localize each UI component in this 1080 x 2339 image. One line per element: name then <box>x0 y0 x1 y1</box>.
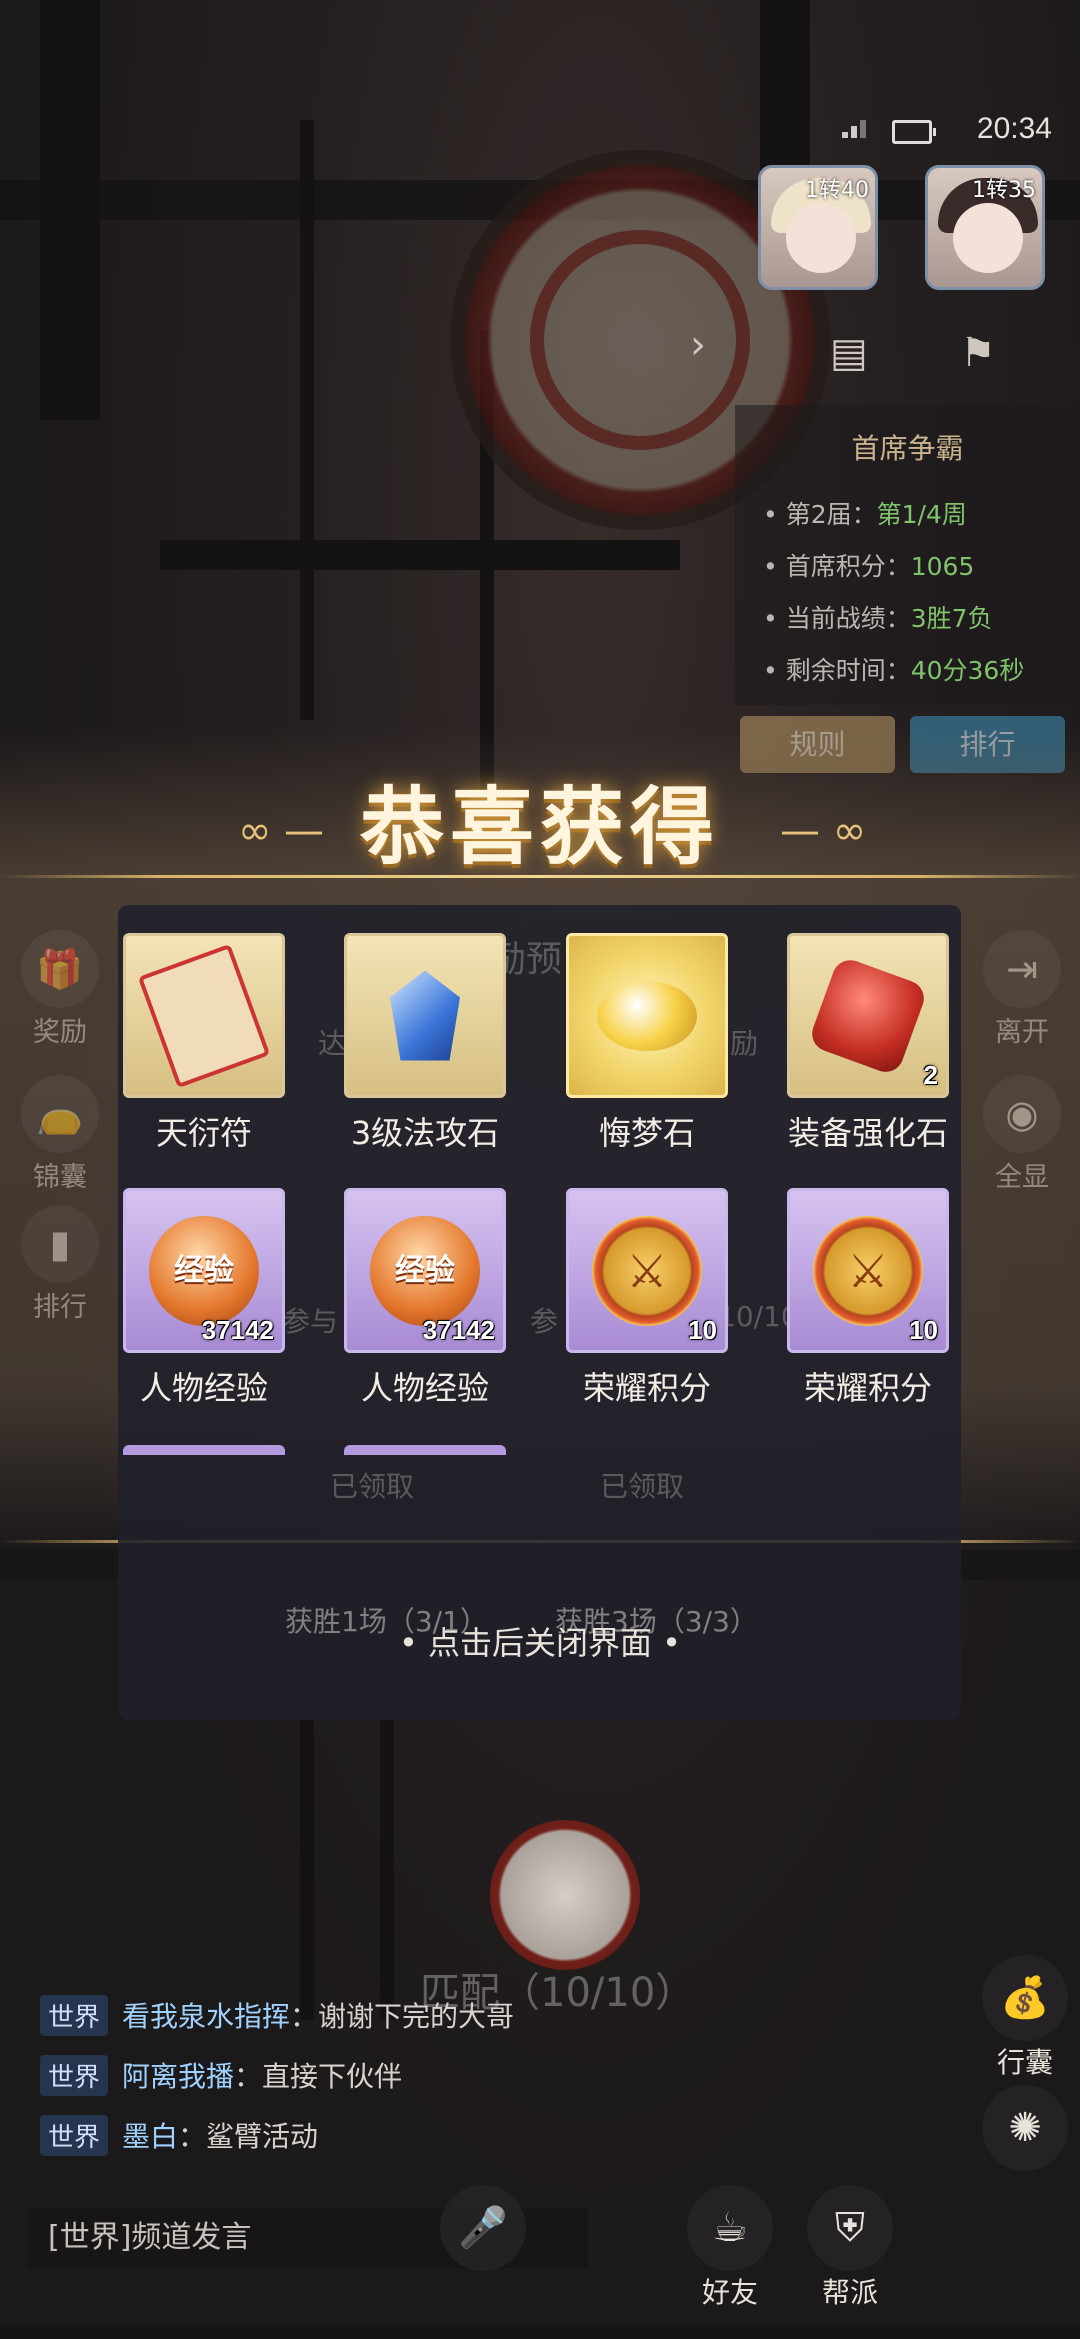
close-hint[interactable]: • 点击后关闭界面 • <box>0 1618 1080 1664</box>
signal-icon <box>842 118 872 138</box>
exp-orb-icon: 经验 <box>149 1215 259 1326</box>
guild-icon: ⛨ <box>807 2185 893 2271</box>
triskelion-icon: ✺ <box>982 2085 1068 2171</box>
talisman-icon <box>137 943 271 1088</box>
reward-item-partial[interactable] <box>344 1445 506 1455</box>
record-row: • 当前战绩：3胜7负 <box>763 604 993 633</box>
golden-egg-icon <box>597 980 697 1051</box>
contest-info-panel: 首席争霸 • 第2届：第1/4周 • 首席积分：1065 • 当前战绩：3胜7负… <box>735 405 1080 705</box>
reward-item-partial[interactable] <box>123 1445 285 1455</box>
reward-item[interactable] <box>123 933 285 1098</box>
skills-button[interactable]: ✺ <box>975 2085 1075 2171</box>
item-count: 10 <box>688 1315 717 1345</box>
bag-icon: 💰 <box>982 1955 1068 2041</box>
microphone-icon: 🎤 <box>440 2185 526 2271</box>
reward-item-name: 荣耀积分 <box>582 1369 711 1407</box>
flag-icon[interactable]: ⚑ <box>960 330 996 376</box>
item-count: 10 <box>909 1315 938 1345</box>
item-count: 37142 <box>422 1315 495 1345</box>
reward-item[interactable]: ⚔ 10 <box>787 1188 949 1353</box>
voice-button[interactable]: 🎤 <box>440 2185 526 2271</box>
avatar-level: 1转35 <box>972 178 1036 203</box>
chat-line[interactable]: 世界 墨白：鲨臂活动 <box>40 2115 318 2156</box>
book-icon[interactable]: ▤ <box>830 330 868 376</box>
season-row: • 第2届：第1/4周 <box>763 500 967 529</box>
clock: 20:34 <box>976 112 1052 145</box>
item-count: 37142 <box>201 1315 274 1345</box>
reward-item-name: 悔梦石 <box>598 1114 695 1152</box>
reward-item[interactable] <box>566 933 728 1098</box>
reward-item-name: 3级法攻石 <box>350 1114 500 1152</box>
sword-medal-icon: ⚔ <box>813 1215 923 1326</box>
avatar-1[interactable]: 1转40 <box>758 165 878 290</box>
remaining-time-row: • 剩余时间：40分36秒 <box>763 656 1025 685</box>
home-bar <box>0 2327 1080 2339</box>
avatar-2[interactable]: 1转35 <box>925 165 1045 290</box>
sword-medal-icon: ⚔ <box>592 1215 702 1326</box>
reward-item[interactable]: 2 <box>787 933 949 1098</box>
reward-item[interactable]: 经验 37142 <box>344 1188 506 1353</box>
friends-button[interactable]: ☕ 好友 <box>680 2185 780 2311</box>
reward-title: 恭喜获得 <box>359 777 720 876</box>
battery-icon <box>892 120 936 144</box>
chat-line[interactable]: 世界 看我泉水指挥：谢谢下完的大哥 <box>40 1995 514 2036</box>
red-stone-icon <box>807 954 929 1077</box>
match-drum-icon[interactable] <box>490 1820 640 1970</box>
panel-title: 首席争霸 <box>851 432 964 465</box>
item-count: 2 <box>923 1060 938 1090</box>
exp-orb-icon: 经验 <box>370 1215 480 1326</box>
reward-item[interactable]: ⚔ 10 <box>566 1188 728 1353</box>
reward-item-name: 人物经验 <box>360 1369 489 1407</box>
collapse-arrow-icon[interactable]: › <box>690 322 706 368</box>
bag-button[interactable]: 💰 行囊 <box>975 1955 1075 2081</box>
reward-item-name: 天衍符 <box>155 1114 252 1152</box>
reward-item-name: 荣耀积分 <box>803 1369 932 1407</box>
reward-item[interactable] <box>344 933 506 1098</box>
avatar-level: 1转40 <box>805 178 869 203</box>
score-row: • 首席积分：1065 <box>763 552 975 581</box>
blue-gem-icon <box>390 970 460 1061</box>
chat-line[interactable]: 世界 阿离我播：直接下伙伴 <box>40 2055 402 2096</box>
reward-item-name: 装备强化石 <box>787 1114 948 1152</box>
reward-item-name: 人物经验 <box>139 1369 268 1407</box>
reward-item[interactable]: 经验 37142 <box>123 1188 285 1353</box>
guild-button[interactable]: ⛨ 帮派 <box>800 2185 900 2311</box>
friends-icon: ☕ <box>687 2185 773 2271</box>
